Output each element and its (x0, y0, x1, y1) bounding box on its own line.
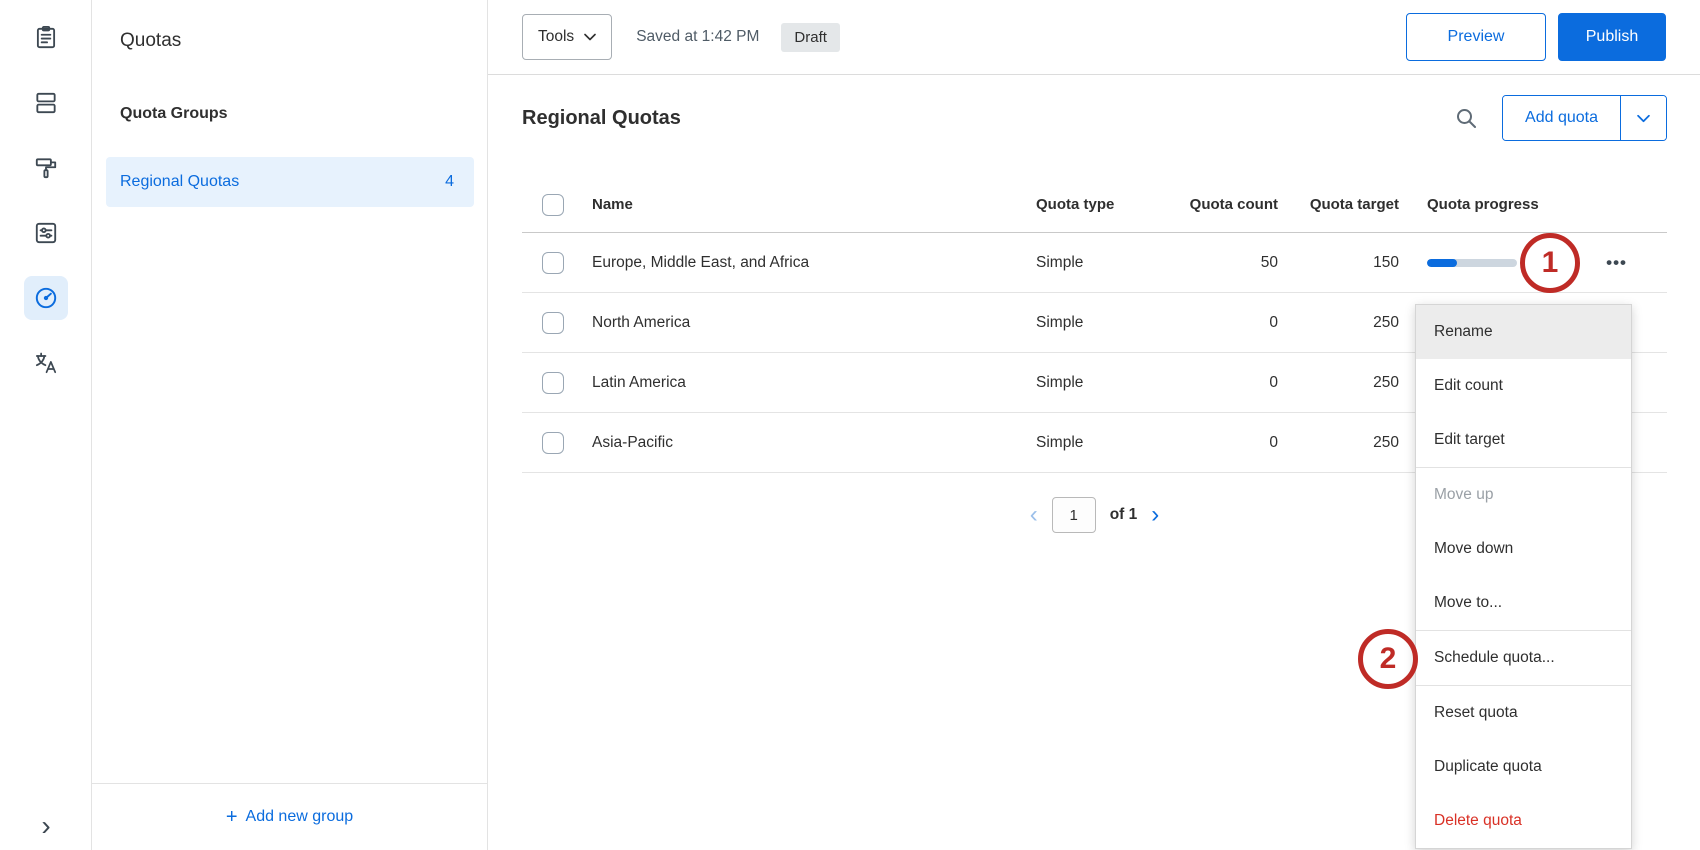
quota-type: Simple (1022, 434, 1172, 452)
quota-type: Simple (1022, 254, 1172, 272)
group-label: Regional Quotas (120, 173, 445, 191)
menu-item-move-down[interactable]: Move down (1416, 522, 1631, 576)
blocks-icon[interactable] (24, 81, 68, 125)
group-count-badge: 4 (445, 173, 454, 191)
quota-name: Latin America (592, 374, 1022, 392)
select-all-checkbox[interactable] (542, 194, 564, 216)
header-quota-progress: Quota progress (1427, 196, 1667, 213)
add-quota-split-button: Add quota (1502, 95, 1667, 141)
sidebar-title: Quotas (120, 30, 181, 52)
survey-builder-icon[interactable] (24, 16, 68, 60)
previous-page-chevron[interactable]: ‹ (1030, 501, 1038, 529)
look-and-feel-icon[interactable] (24, 146, 68, 190)
row-checkbox[interactable] (542, 432, 564, 454)
chevron-down-icon (584, 33, 596, 41)
quota-count: 0 (1172, 314, 1302, 332)
quotas-sidebar: Quotas Quota Groups Regional Quotas 4 + … (92, 0, 488, 850)
header-name: Name (592, 196, 1022, 213)
search-icon[interactable] (1454, 106, 1478, 130)
menu-item-edit-target[interactable]: Edit target (1416, 413, 1631, 467)
quota-target: 150 (1302, 254, 1427, 272)
quota-type: Simple (1022, 374, 1172, 392)
add-new-group-button[interactable]: + Add new group (92, 783, 487, 850)
add-group-label: Add new group (246, 808, 354, 826)
annotation-circle-2: 2 (1358, 629, 1418, 689)
add-quota-button[interactable]: Add quota (1503, 96, 1621, 140)
header-quota-target: Quota target (1302, 196, 1427, 213)
save-status-text: Saved at 1:42 PM (636, 28, 759, 46)
chevron-down-icon (1637, 114, 1650, 123)
table-header-row: Name Quota type Quota count Quota target… (522, 177, 1667, 233)
table-row: Europe, Middle East, and Africa Simple 5… (522, 233, 1667, 293)
menu-item-edit-count[interactable]: Edit count (1416, 359, 1631, 413)
quotas-gauge-icon[interactable] (24, 276, 68, 320)
page-title: Regional Quotas (522, 107, 1454, 130)
quota-target: 250 (1302, 314, 1427, 332)
survey-topbar: Tools Saved at 1:42 PM Draft Preview Pub… (488, 0, 1700, 75)
row-checkbox[interactable] (542, 372, 564, 394)
row-checkbox[interactable] (542, 312, 564, 334)
tools-label: Tools (538, 28, 574, 46)
header-quota-count: Quota count (1172, 196, 1302, 213)
menu-item-delete-quota[interactable]: Delete quota (1416, 794, 1631, 848)
translations-icon[interactable] (24, 341, 68, 385)
menu-item-move-up: Move up (1416, 468, 1631, 522)
quota-name: Europe, Middle East, and Africa (592, 254, 1022, 272)
publish-button[interactable]: Publish (1558, 13, 1666, 61)
survey-options-icon[interactable] (24, 211, 68, 255)
quota-count: 50 (1172, 254, 1302, 272)
menu-item-schedule-quota[interactable]: Schedule quota... (1416, 631, 1631, 685)
quota-progress-bar (1427, 259, 1517, 267)
plus-icon: + (226, 807, 238, 827)
header-quota-type: Quota type (1022, 196, 1172, 213)
preview-button[interactable]: Preview (1406, 13, 1546, 61)
quota-name: North America (592, 314, 1022, 332)
add-quota-dropdown-chevron[interactable] (1621, 96, 1666, 140)
menu-item-move-to[interactable]: Move to... (1416, 576, 1631, 630)
quota-name: Asia-Pacific (592, 434, 1022, 452)
sidebar-item-regional-quotas[interactable]: Regional Quotas 4 (106, 157, 474, 207)
row-actions-menu: Rename Edit count Edit target Move up Mo… (1415, 304, 1632, 849)
menu-item-reset-quota[interactable]: Reset quota (1416, 686, 1631, 740)
page-number-input[interactable] (1052, 497, 1096, 533)
expand-sidebar-chevron[interactable]: › (0, 806, 92, 846)
quota-count: 0 (1172, 374, 1302, 392)
draft-status-badge: Draft (781, 23, 840, 52)
menu-item-duplicate-quota[interactable]: Duplicate quota (1416, 740, 1631, 794)
annotation-circle-1: 1 (1520, 233, 1580, 293)
quota-groups-header: Quota Groups (120, 105, 228, 123)
quota-target: 250 (1302, 434, 1427, 452)
quota-type: Simple (1022, 314, 1172, 332)
tools-menu-button[interactable]: Tools (522, 14, 612, 60)
menu-item-rename[interactable]: Rename (1416, 305, 1631, 359)
page-count-label: of 1 (1110, 506, 1138, 524)
app-icon-rail: › (0, 0, 92, 850)
row-actions-icon[interactable]: ••• (1606, 253, 1627, 273)
next-page-chevron[interactable]: › (1151, 501, 1159, 529)
quota-count: 0 (1172, 434, 1302, 452)
row-checkbox[interactable] (542, 252, 564, 274)
quota-target: 250 (1302, 374, 1427, 392)
